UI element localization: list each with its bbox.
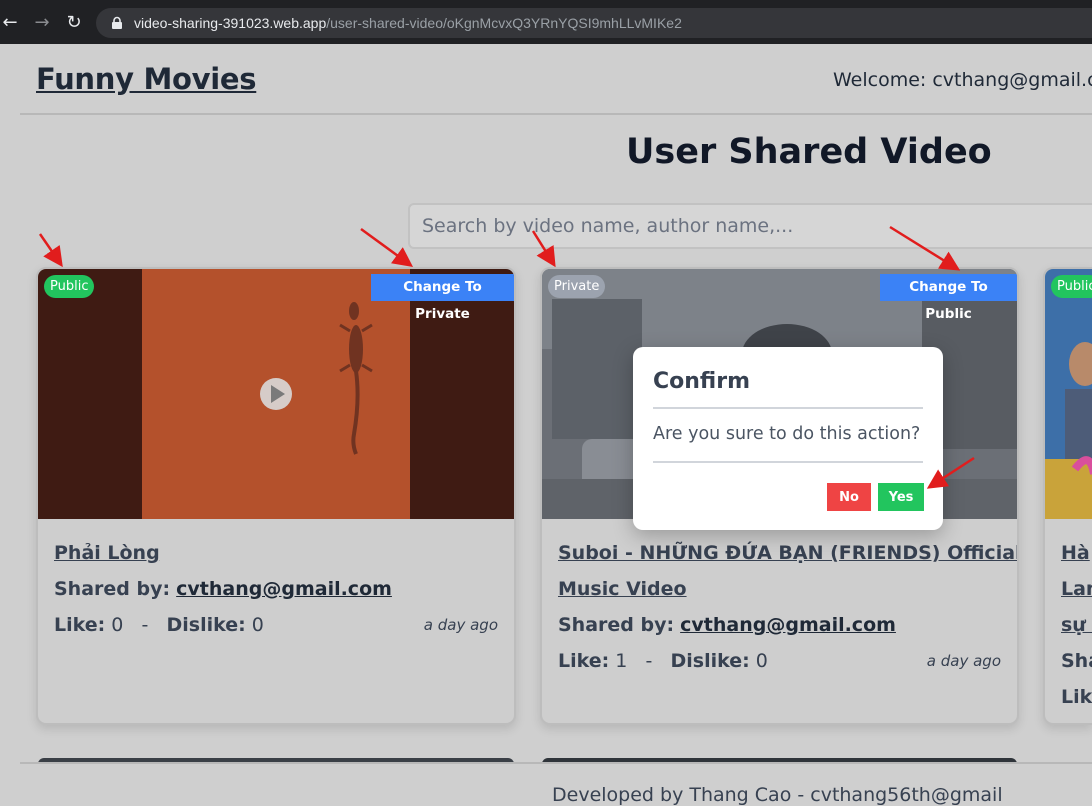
header-divider <box>20 113 1092 115</box>
shared-by-label: Shared by: <box>558 614 675 636</box>
lock-icon <box>112 16 122 29</box>
video-title-link[interactable]: Hà Lan sự c <box>1061 535 1092 643</box>
video-card: Public Change To Private Phải Lòng Share… <box>36 267 516 725</box>
dialog-divider <box>653 407 923 409</box>
url-host: video-sharing-391023.web.app <box>134 15 327 31</box>
video-title-line: Suboi - NHỮNG ĐỨA BẠN (FRIENDS) Official <box>558 542 1019 564</box>
video-title-line: Hà <box>1061 542 1090 564</box>
stats-separator: - <box>645 650 653 672</box>
shared-by-row: Shared by: cvthang@gmail.com <box>54 571 498 607</box>
dialog-title: Confirm <box>653 369 751 394</box>
page: Funny Movies Welcome: cvthang@gmail.com … <box>0 44 1092 806</box>
dislike-count: 0 <box>755 650 768 672</box>
time-ago: a day ago <box>423 616 498 634</box>
footer-divider <box>20 762 1092 764</box>
stats-row: Like: 1 - Dislike: 0 a day ago <box>558 643 1001 679</box>
shared-by-row: Shared by: cvthang@gmail.com <box>558 607 1001 643</box>
video-frame-image <box>1045 269 1092 519</box>
address-bar[interactable]: video-sharing-391023.web.app/user-shared… <box>96 8 1092 38</box>
author-email-link[interactable]: cvthang@gmail.com <box>176 578 392 600</box>
status-badge: Private <box>548 275 606 298</box>
change-to-public-button[interactable]: Change To Public <box>880 274 1017 322</box>
dislike-label: Dislike: <box>166 614 246 636</box>
like-label: Like: <box>54 614 106 636</box>
back-icon[interactable]: ← <box>0 8 24 36</box>
video-title-line: sự c <box>1061 614 1092 636</box>
shared-by-row: Sha <box>1061 650 1092 672</box>
video-title-link[interactable]: Phải Lòng <box>54 535 498 571</box>
video-title-line: Lan <box>1061 578 1092 600</box>
card-body: Hà Lan sự c Sha Like <box>1061 535 1092 715</box>
no-button[interactable]: No <box>827 483 871 511</box>
confirm-dialog: Confirm Are you sure to do this action? … <box>633 347 943 530</box>
stats-row: Like: 0 - Dislike: 0 a day ago <box>54 607 498 643</box>
card-body: Phải Lòng Shared by: cvthang@gmail.com L… <box>54 535 498 643</box>
dialog-divider <box>653 461 923 463</box>
dislike-count: 0 <box>251 614 264 636</box>
video-card: Public Hà Lan sự c Sha Like <box>1043 267 1092 725</box>
like-label: Like: <box>558 650 610 672</box>
page-title: User Shared Video <box>626 132 992 172</box>
dislike-label: Dislike: <box>670 650 750 672</box>
video-title-line: Music Video <box>558 578 687 600</box>
welcome-text: Welcome: cvthang@gmail.com <box>833 69 1092 91</box>
stats-row: Like <box>1061 686 1092 708</box>
stats-separator: - <box>141 614 149 636</box>
video-thumbnail[interactable]: Public Change To Private <box>38 269 514 519</box>
change-to-private-button[interactable]: Change To Private <box>371 274 514 322</box>
like-count: 0 <box>111 614 124 636</box>
card-body: Suboi - NHỮNG ĐỨA BẠN (FRIENDS) Official… <box>558 535 1019 679</box>
search-input[interactable] <box>408 203 1092 249</box>
brand-link[interactable]: Funny Movies <box>36 62 257 96</box>
shared-by-label: Shared by: <box>54 578 171 600</box>
author-email-link[interactable]: cvthang@gmail.com <box>680 614 896 636</box>
video-thumbnail[interactable]: Public <box>1045 269 1092 519</box>
forward-icon[interactable]: → <box>28 8 56 36</box>
status-badge: Public <box>1051 275 1092 298</box>
url-path: /user-shared-video/oKgnMcvxQ3YRnYQSI9mhL… <box>326 15 682 31</box>
browser-toolbar: ← → ↻ video-sharing-391023.web.app/user-… <box>0 0 1092 44</box>
time-ago: a day ago <box>926 652 1001 670</box>
like-count: 1 <box>615 650 628 672</box>
video-title-link[interactable]: Suboi - NHỮNG ĐỨA BẠN (FRIENDS) Official… <box>558 535 1019 607</box>
footer-text: Developed by Thang Cao - cvthang56th@gma… <box>552 784 1003 806</box>
status-badge: Public <box>44 275 95 298</box>
reload-icon[interactable]: ↻ <box>60 8 88 36</box>
yes-button[interactable]: Yes <box>878 483 924 511</box>
dialog-message: Are you sure to do this action? <box>653 424 921 444</box>
